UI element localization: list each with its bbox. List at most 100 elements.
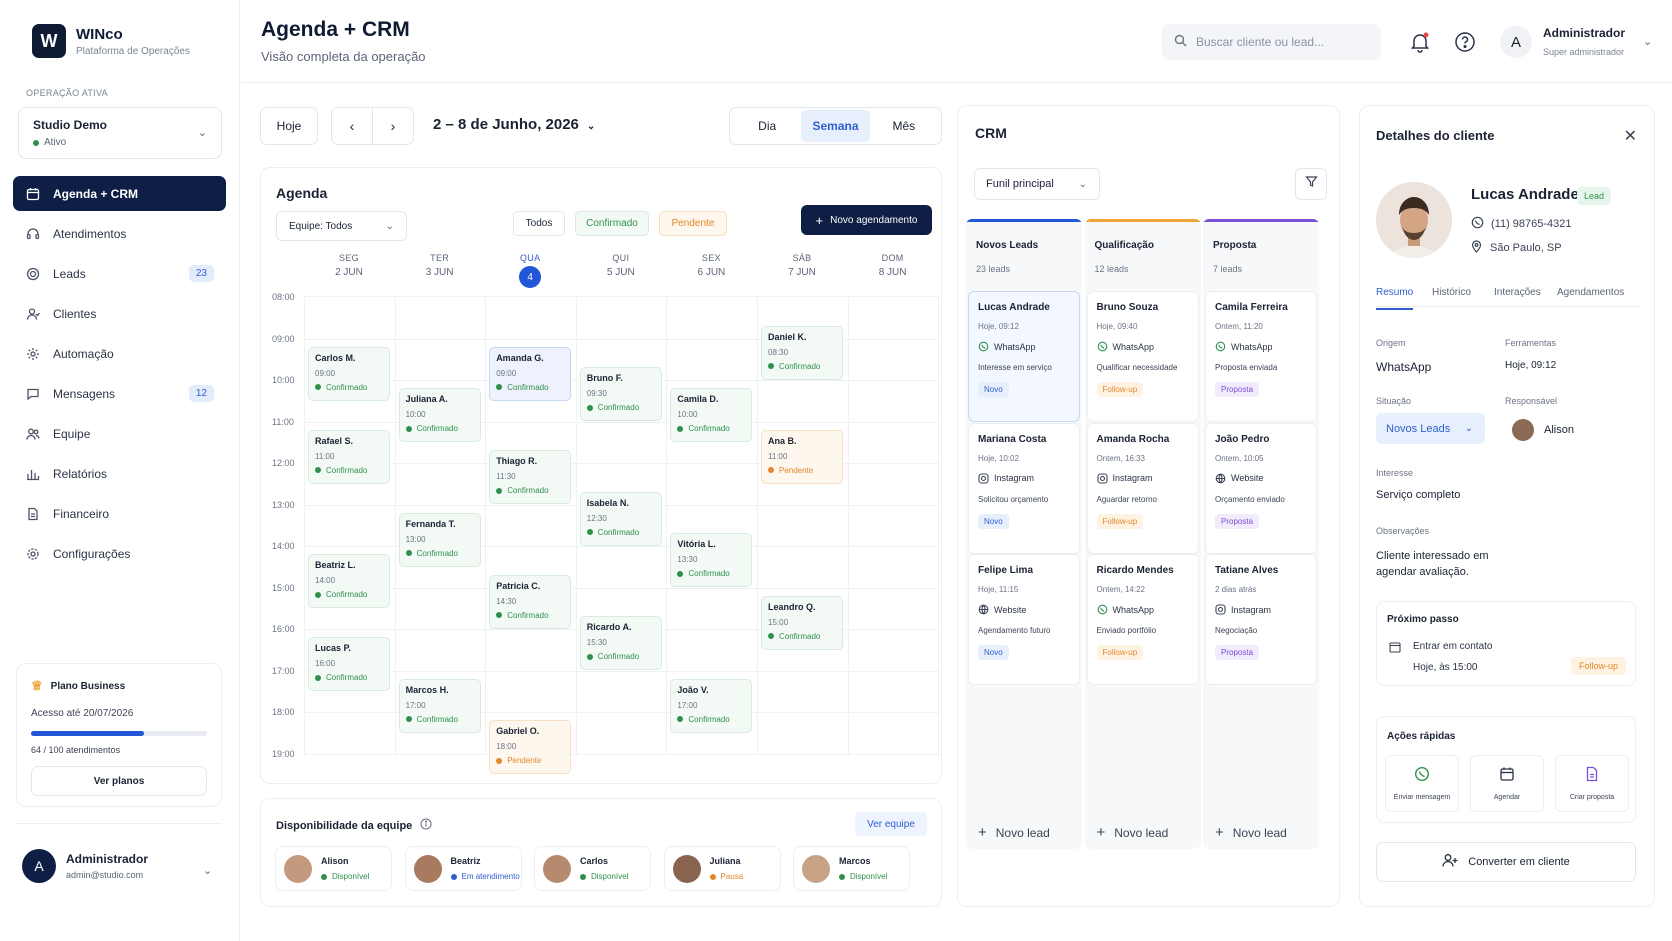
appointment-card[interactable]: Gabriel O. 18:00 Pendente [489,720,572,774]
user-name[interactable]: Administrador [1543,26,1625,40]
filter-button[interactable] [1295,168,1327,200]
sidebar-item-leads[interactable]: Leads 23 [13,256,226,291]
appointment-card[interactable]: Thiago R. 11:30 Confirmado [489,450,572,505]
operation-select[interactable]: Studio Demo Ativo ⌄ [18,107,222,159]
avatar [284,854,312,883]
appointment-card[interactable]: Ana B. 11:00 Pendente [761,429,843,484]
sidebar-item-equipe[interactable]: Equipe [13,416,226,451]
date-range-picker[interactable]: 2 – 8 de Junho, 2026 ⌄ [433,116,595,133]
lead-time: Hoje, 11:15 [978,585,1019,594]
lead-time: 2 dias atrás [1215,585,1257,594]
lead-card[interactable]: João Pedro Ontem, 10:05 Website Orçamento e… [1205,422,1317,554]
appointment-card[interactable]: Lucas P. 16:00 Confirmado [308,637,390,691]
create-proposal-button[interactable]: Criar proposta [1555,755,1629,812]
close-icon[interactable]: ✕ [1624,126,1637,146]
team-filter-select[interactable]: Equipe: Todos ⌄ [276,211,407,241]
appointment-name: Ricardo A. [586,622,632,633]
schedule-button[interactable]: Agendar [1470,755,1544,812]
filter-pending[interactable]: Pendente [659,211,727,236]
appointment-card[interactable]: Carlos M. 09:00 Confirmado [308,346,390,401]
lead-card[interactable]: Lucas Andrade Hoje, 09:12 WhatsApp Interess… [968,291,1080,422]
new-lead-button[interactable]: + Novo lead [1097,824,1169,841]
day-header[interactable]: SEG 2 JUN [304,253,394,278]
bell-icon[interactable] [1408,30,1432,54]
appointment-card[interactable]: Fernanda T. 13:00 Confirmado [398,512,481,567]
team-member-card[interactable]: Alison Disponível [275,846,392,891]
new-appointment-button[interactable]: + Novo agendamento [801,205,932,235]
send-message-button[interactable]: Enviar mensagem [1385,755,1459,812]
appointment-card[interactable]: Marcos H. 17:00 Confirmado [398,678,481,733]
lead-card[interactable]: Mariana Costa Hoje, 10:02 Instagram Solicit… [968,422,1080,554]
appointment-card[interactable]: Vitória L. 13:30 Confirmado [670,533,753,588]
help-icon[interactable] [1453,30,1477,54]
sidebar-item-clientes[interactable]: Clientes [13,296,226,331]
tab-resumo[interactable]: Resumo [1376,287,1414,310]
appointment-card[interactable]: Beatriz L. 14:00 Confirmado [308,554,390,608]
filter-all[interactable]: Todos [513,211,565,236]
appointment-card[interactable]: Rafael S. 11:00 Confirmado [308,429,390,484]
view-week-button[interactable]: Semana [801,110,870,142]
sidebar-item-financeiro[interactable]: Financeiro [13,496,226,531]
lead-card[interactable]: Amanda Rocha Ontem, 16:33 Instagram Aguarda… [1086,422,1199,554]
team-member-card[interactable]: Beatriz Em atendimento [404,846,522,891]
view-month-button[interactable]: Mês [870,110,938,142]
appointment-card[interactable]: Camila D. 10:00 Confirmado [670,388,753,442]
grid-row-line [304,463,940,464]
sidebar-user[interactable]: A Administrador admin@studio.com [22,849,148,883]
plus-icon: + [978,824,987,841]
tab-historico[interactable]: Histórico [1432,287,1471,298]
next-week-button[interactable]: › [372,107,414,145]
today-button[interactable]: Hoje [260,107,318,145]
see-plans-button[interactable]: Ver planos [31,766,207,796]
appointment-card[interactable]: Daniel K. 08:30 Confirmado [761,325,843,380]
see-team-button[interactable]: Ver equipe [855,812,927,836]
sidebar-item-configuracoes[interactable]: Configurações [13,536,226,571]
plus-icon: + [1096,824,1106,841]
sidebar-item-agenda-crm[interactable]: Agenda + CRM [13,176,226,211]
day-header[interactable]: DOM 8 JUN [848,253,938,278]
appointment-card[interactable]: Bruno F. 09:30 Confirmado [579,367,662,422]
appointment-card[interactable]: Isabela N. 12:30 Confirmado [579,491,662,546]
sidebar-item-atendimentos[interactable]: Atendimentos [13,216,226,251]
day-header[interactable]: SÁB 7 JUN [757,253,847,278]
day-header[interactable]: QUI 5 JUN [576,253,666,278]
responsible-select[interactable]: Alison [1512,419,1574,441]
lead-card[interactable]: Felipe Lima Hoje, 11:15 Website Agendamento… [968,554,1080,685]
lead-card[interactable]: Bruno Souza Hoje, 09:40 WhatsApp Qualificar… [1086,291,1199,422]
chevron-down-icon[interactable]: ⌄ [1643,35,1652,48]
tab-interacoes[interactable]: Interações [1494,287,1541,298]
search-input[interactable]: Buscar cliente ou lead... [1162,24,1381,60]
day-header[interactable]: SEX 6 JUN [666,253,756,278]
new-lead-button[interactable]: + Novo lead [1215,824,1287,841]
team-member-card[interactable]: Juliana Pausa [663,846,781,891]
sidebar-item-mensagens[interactable]: Mensagens 12 [13,376,226,411]
appointment-card[interactable]: João V. 17:00 Confirmado [670,678,753,733]
new-lead-button[interactable]: + Novo lead [978,824,1050,841]
calendar-grid[interactable]: Carlos M. 09:00 Confirmado Rafael S. 11:00 Co… [304,296,940,774]
lead-card[interactable]: Tatiane Alves 2 dias atrás Instagram Negoci… [1205,554,1317,685]
team-member-card[interactable]: Carlos Disponível [534,846,651,891]
sidebar-item-automacao[interactable]: Automação [13,336,226,371]
appointment-card[interactable]: Leandro Q. 15:00 Confirmado [761,595,843,650]
appointment-card[interactable]: Amanda G. 09:00 Confirmado [489,346,572,401]
brand[interactable]: W WINco Plataforma de Operações [32,24,190,58]
day-header[interactable]: TER 3 JUN [395,253,485,278]
lead-card[interactable]: Camila Ferreira Ontem, 11:20 WhatsApp Propo… [1205,291,1317,422]
day-header[interactable]: QUA 4 [485,253,575,288]
previous-week-button[interactable]: ‹ [331,107,373,145]
filter-confirmed[interactable]: Confirmado [575,211,649,236]
appointment-card[interactable]: Patricia C. 14:30 Confirmado [489,574,572,629]
situation-select[interactable]: Novos Leads ⌄ [1376,413,1485,444]
view-day-button[interactable]: Dia [733,110,801,142]
convert-to-client-button[interactable]: Converter em cliente [1376,842,1636,882]
team-member-card[interactable]: Marcos Disponível [793,846,910,891]
chevron-down-icon[interactable]: ⌄ [203,864,212,877]
avatar[interactable]: A [1500,26,1532,58]
lead-card[interactable]: Ricardo Mendes Ontem, 14:22 WhatsApp Enviad… [1086,554,1199,685]
appointment-card[interactable]: Juliana A. 10:00 Confirmado [398,388,481,442]
funnel-select[interactable]: Funil principal ⌄ [974,168,1100,200]
appointment-card[interactable]: Ricardo A. 15:30 Confirmado [579,616,662,671]
sidebar-item-relatorios[interactable]: Relatórios [13,456,226,491]
tab-agendamentos[interactable]: Agendamentos [1557,287,1624,298]
client-phone[interactable]: (11) 98765-4321 [1491,218,1572,230]
